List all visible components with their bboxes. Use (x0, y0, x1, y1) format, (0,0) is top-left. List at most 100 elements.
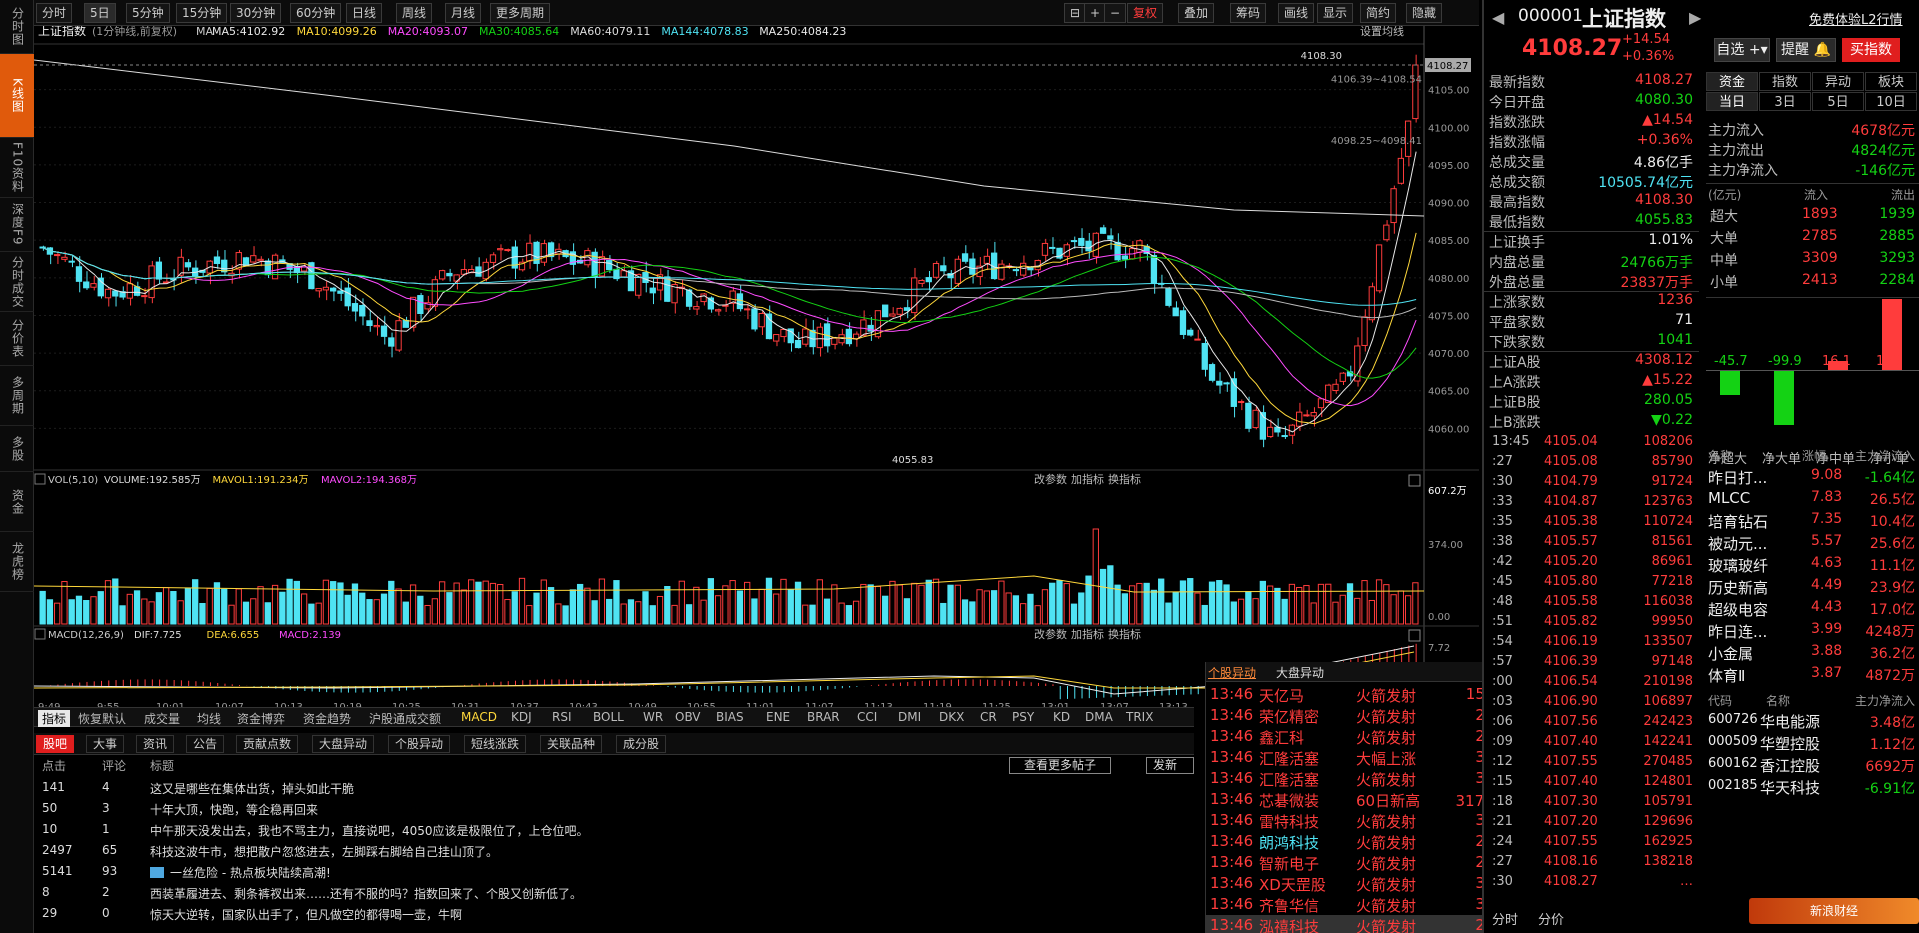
alert-button[interactable]: 提醒 🔔 (1776, 38, 1836, 62)
period-tab[interactable]: 15分钟 (176, 3, 228, 23)
indicator-tab[interactable]: 恢复默认 (78, 710, 126, 727)
fund-tab[interactable]: 指数 (1759, 72, 1811, 91)
post-row[interactable]: 5141 93 一丝危险 - 热点板块陆续高潮! (34, 861, 1194, 882)
sector-name[interactable]: 超级电容 (1708, 599, 1768, 620)
indicator-tab[interactable]: PSY (1012, 710, 1034, 724)
bottom-tab[interactable]: 个股异动 (388, 735, 451, 753)
post-row[interactable]: 141 4 这又是哪些在集体出货，掉头如此干脆 (34, 777, 1194, 798)
period-tab[interactable]: 周线 (396, 3, 433, 23)
post-title[interactable]: 科技这波牛市，想把散户忽悠进去，左脚踩右脚给自己挂山顶了。 (150, 843, 498, 860)
period-tab[interactable]: 月线 (445, 3, 482, 23)
side-nav-item[interactable]: 分时图 (0, 0, 34, 54)
bottom-tab[interactable]: 贡献点数 (236, 735, 299, 753)
add-watchlist-button[interactable]: 自选 +▾ (1714, 38, 1770, 62)
fund-period-tab[interactable]: 5日 (1812, 92, 1864, 111)
indicator-tab[interactable]: DKX (939, 710, 964, 724)
post-row[interactable]: 29 0 惊天大逆转，国家队出手了，但凡做空的都得喝一壶，牛啊 (34, 903, 1194, 924)
zoom-in-icon[interactable]: + (1084, 3, 1107, 23)
bottom-tab[interactable]: 公告 (186, 735, 225, 753)
post-title[interactable]: 惊天大逆转，国家队出手了，但凡做空的都得喝一壶，牛啊 (150, 906, 462, 923)
tick-tab[interactable]: 分时 (1492, 909, 1518, 928)
post-title[interactable]: 中午那天没发出去，我也不骂主力，直接说吧，4050应该是极限位了，上仓位吧。 (150, 822, 589, 839)
lock-icon[interactable]: ⊟ (1064, 3, 1087, 23)
indicator-tab[interactable]: CCI (857, 710, 877, 724)
new-post-button[interactable]: 发新帖 (1146, 757, 1194, 774)
indicator-tab[interactable]: OBV (675, 710, 701, 724)
post-title[interactable]: 这又是哪些在集体出货，掉头如此干脆 (150, 780, 354, 797)
bottom-tab[interactable]: 短线涨跌 (464, 735, 527, 753)
prev-arrow-icon[interactable]: ◀ (1492, 8, 1504, 27)
period-tab[interactable]: 5日 (84, 3, 116, 23)
toolbar-draw-button[interactable]: 画线 (1278, 3, 1315, 23)
toolbar-overlay-button[interactable]: 叠加 (1178, 3, 1215, 23)
indicator-tab[interactable]: KDJ (511, 710, 532, 724)
free-l2-link[interactable]: 免费体验L2行情 (1809, 9, 1903, 28)
toolbar-fuquan-button[interactable]: 复权 (1127, 3, 1164, 23)
post-title[interactable]: 一丝危险 - 热点板块陆续高潮! (170, 864, 331, 881)
indicator-tab[interactable]: 资金趋势 (303, 710, 351, 727)
side-nav-item[interactable]: 深度F9 (0, 198, 34, 252)
indicator-tab[interactable]: 资金博弈 (237, 710, 285, 727)
bottom-tab[interactable]: 关联品种 (540, 735, 603, 753)
tick-tab[interactable]: 分价 (1538, 909, 1564, 928)
post-title[interactable]: 十年大顶，快跑，等企稳再回来 (150, 801, 318, 818)
indicator-tab[interactable]: MACD (461, 710, 497, 724)
alert-tab-market[interactable]: 大盘异动 (1276, 664, 1324, 681)
fund-period-tab[interactable]: 10日 (1865, 92, 1917, 111)
side-nav-item[interactable]: 分价表 (0, 312, 34, 366)
stock-name[interactable]: 华天科技 (1760, 777, 1820, 798)
side-nav-item[interactable]: 分时成交 (0, 252, 34, 312)
fund-period-tab[interactable]: 当日 (1706, 92, 1758, 111)
indicator-tab[interactable]: BRAR (807, 710, 840, 724)
indicator-tab[interactable]: RSI (552, 710, 572, 724)
sector-name[interactable]: 被动元... (1708, 533, 1767, 554)
indicator-tab[interactable]: ENE (766, 710, 790, 724)
period-tab[interactable]: 分时 (36, 3, 73, 23)
period-tab[interactable]: 30分钟 (230, 3, 282, 23)
indicator-tab[interactable]: DMA (1085, 710, 1113, 724)
sector-name[interactable]: 玻璃玻纤 (1708, 555, 1768, 576)
toolbar-simple-button[interactable]: 简约 (1360, 3, 1397, 23)
indicator-tab[interactable]: 指标 (38, 710, 71, 727)
post-row[interactable]: 50 3 十年大顶，快跑，等企稳再回来 (34, 798, 1194, 819)
fund-tab[interactable]: 资金 (1706, 72, 1758, 91)
indicator-tab[interactable]: DMI (898, 710, 921, 724)
sector-name[interactable]: 小金属 (1708, 643, 1753, 664)
fund-tab[interactable]: 板块 (1865, 72, 1917, 91)
next-arrow-icon[interactable]: ▶ (1689, 8, 1701, 27)
stock-name[interactable]: 华电能源 (1760, 711, 1820, 732)
alert-tab-stock[interactable]: 个股异动 (1208, 664, 1256, 681)
sector-name[interactable]: 昨日打... (1708, 467, 1767, 488)
period-tab[interactable]: 5分钟 (126, 3, 170, 23)
side-nav-item[interactable]: 多股 (0, 426, 34, 472)
kline-chart[interactable]: 上证指数 (1分钟线,前复权) MAMA5:4102.92 MA10:4099.26 M… (34, 26, 1479, 711)
stock-name[interactable]: 华塑控股 (1760, 733, 1820, 754)
toolbar-hide-button[interactable]: 隐藏 (1406, 3, 1443, 23)
indicator-tab[interactable]: WR (643, 710, 663, 724)
buy-index-button[interactable]: 买指数 (1842, 38, 1900, 62)
sector-name[interactable]: 昨日连... (1708, 621, 1767, 642)
indicator-tab[interactable]: 沪股通成交额 (369, 710, 441, 727)
indicator-tab[interactable]: BOLL (593, 710, 624, 724)
post-row[interactable]: 2497 65 科技这波牛市，想把散户忽悠进去，左脚踩右脚给自己挂山顶了。 (34, 840, 1194, 861)
fund-tab[interactable]: 异动 (1812, 72, 1864, 91)
stock-code[interactable]: 000509 (1708, 734, 1758, 749)
more-posts-button[interactable]: 查看更多帖子 (1009, 757, 1112, 774)
post-row[interactable]: 8 2 西装革履进去、剩条裤衩出来……还有不服的吗？指数回来了、个股又创新低了。 (34, 882, 1194, 903)
post-title[interactable]: 西装革履进去、剩条裤衩出来……还有不服的吗？指数回来了、个股又创新低了。 (150, 885, 582, 902)
sector-name[interactable]: 培育钻石 (1708, 511, 1768, 532)
indicator-tab[interactable]: 成交量 (144, 710, 180, 727)
indicator-tab[interactable]: TRIX (1126, 710, 1153, 724)
post-row[interactable]: 10 1 中午那天没发出去，我也不骂主力，直接说吧，4050应该是极限位了，上仓位吧… (34, 819, 1194, 840)
sector-name[interactable]: 体育Ⅱ (1708, 665, 1745, 686)
indicator-tab[interactable]: KD (1053, 710, 1070, 724)
stock-code[interactable]: 600726 (1708, 712, 1758, 727)
side-nav-item[interactable]: K线图 (0, 54, 34, 138)
side-nav-item[interactable]: 龙虎榜 (0, 532, 34, 592)
stock-code[interactable]: 600162 (1708, 756, 1758, 771)
side-nav-item[interactable]: 资金 (0, 472, 34, 532)
side-nav-item[interactable]: F10资料 (0, 138, 34, 198)
stock-code[interactable]: 002185 (1708, 778, 1758, 793)
bottom-tab[interactable]: 成分股 (616, 735, 667, 753)
bottom-tab[interactable]: 股吧 (36, 735, 75, 753)
